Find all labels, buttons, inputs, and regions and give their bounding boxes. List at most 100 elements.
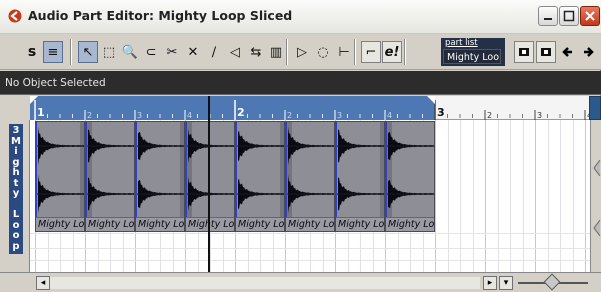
ruler-label: 2 [487,111,492,120]
loop-play-tool[interactable]: ◌ [313,41,333,63]
ruler[interactable]: 123422343234 [30,96,601,120]
slice-marker [336,122,337,219]
split-tool[interactable]: ✂ [162,41,182,63]
edit-in-place-button[interactable]: ⌐ [361,41,381,63]
edit-active-part-icon: e! [384,44,400,60]
slice-name: Mighty Lo [186,217,234,231]
slice-name: Mighty Lo [36,217,84,231]
zoom-presets-button[interactable]: ▾ [499,276,513,290]
grid-line [535,120,536,272]
title-bar[interactable]: Audio Part Editor: Mighty Loop Sliced [0,0,601,34]
mute-tool[interactable]: ◁ [225,41,245,63]
solo-icon: s [27,44,37,60]
audio-slice[interactable]: Mighty Loo [385,121,435,232]
waveform [136,122,184,219]
prev-icon [519,48,529,56]
draw-tool[interactable]: ∕ [204,41,224,63]
zoom-slider-thumb[interactable] [543,273,561,291]
autoscroll-button[interactable]: ≡ [43,41,63,63]
mute-icon: ◁ [230,44,240,60]
snap-button[interactable]: ⊢ [334,41,354,63]
glue-tool[interactable]: ⊂ [141,41,161,63]
close-icon [585,11,595,21]
scrub-tool[interactable]: ▥ [266,41,286,63]
grid-line [447,120,449,272]
arrow-left-button[interactable] [558,41,578,63]
play-tool[interactable]: ▷ [292,41,312,63]
grid-line [435,120,436,272]
window-title: Audio Part Editor: Mighty Loop Sliced [28,8,293,23]
slice-marker [86,122,87,219]
ruler-label: 2 [87,111,92,120]
next-event-button[interactable] [536,41,556,63]
audio-slice[interactable]: Mighty Lo [85,121,135,232]
edit-active-part-button[interactable]: e! [382,41,402,63]
track-name-letter: y [12,188,20,199]
waveform [186,122,234,219]
ruler-ticks: 123422343234 [30,96,598,120]
toolbar: s ≡ ↖ ⬚ 🔍 ⊂ ✂ ✕ ∕ ◁ ⇆ ▥ ▷ ◌ ⊢ ⌐ e! part list Mighty Loo … [0,34,601,70]
toolbar-separator [286,39,288,65]
draw-icon: ∕ [211,44,217,60]
slice-marker [36,122,37,219]
loop-marker[interactable] [30,96,38,104]
project-cursor[interactable] [208,96,210,272]
track-name-vertical: 3Mighty Loop [9,124,23,254]
part-list[interactable]: part list Mighty Loo ▾ [443,38,503,65]
slice-name: Mighty Lo [286,217,334,231]
grid-line [572,120,574,272]
ruler-label: 2 [287,111,292,120]
ruler-label: 2 [237,106,245,119]
split-icon: ✂ [166,44,178,60]
grid-line [547,120,549,272]
lane-divider [30,260,590,261]
bottom-bar: ◂ ▸ ▾ [0,272,601,292]
ruler-options-button[interactable] [589,96,601,120]
info-line: No Object Selected [0,71,601,95]
vertical-scrollbar[interactable] [590,120,601,272]
slice-name: Mighty Loo [386,217,434,231]
object-select-tool[interactable]: ↖ [78,41,98,63]
part-list-dropdown[interactable]: Mighty Loo ▾ [443,49,501,64]
event-display[interactable]: Mighty Lo Mighty Lo Mighty Lo Mighty Lo Migh… [30,120,590,272]
audio-slice[interactable]: Mighty Lo [235,121,285,232]
zoom-icon: 🔍 [121,44,139,60]
grid-line [472,120,474,272]
audio-slice[interactable]: Mighty Lo [335,121,385,232]
track-name-letter: 3 [12,125,20,136]
next-icon [541,48,551,56]
scroll-right-button[interactable]: ▸ [483,276,497,290]
slice-name: Mighty Lo [86,217,134,231]
zoom-tool[interactable]: 🔍 [120,41,140,63]
audio-slice[interactable]: Mighty Lo [135,121,185,232]
arrow-left-icon [562,47,572,57]
ruler-label: 3 [537,111,542,120]
slice-marker [236,122,237,219]
solo-button[interactable]: s [22,41,42,63]
erase-icon: ✕ [187,44,199,60]
audio-slice[interactable]: Mighty Lo [185,121,235,232]
grid-line [497,120,499,272]
autoscroll-icon: ≡ [47,44,59,60]
erase-tool[interactable]: ✕ [183,41,203,63]
range-tool[interactable]: ⬚ [99,41,119,63]
close-button[interactable] [580,6,600,26]
minimize-button[interactable] [538,6,558,26]
maximize-icon [563,10,575,22]
toolbar-separator [354,39,356,65]
slice-marker [136,122,137,219]
slice-name: Mighty Lo [336,217,384,231]
grid-line [460,120,461,272]
timewarp-tool[interactable]: ⇆ [246,41,266,63]
toolbar-separator [70,39,72,65]
horizontal-scrollbar[interactable] [50,277,480,289]
scroll-left-button[interactable]: ◂ [36,276,50,290]
loop-marker[interactable] [427,96,435,104]
arrow-right-button[interactable] [578,41,598,63]
ruler-label: 4 [387,111,392,120]
previous-event-button[interactable] [514,41,534,63]
grid-line [560,120,561,272]
audio-slice[interactable]: Mighty Lo [35,121,85,232]
audio-slice[interactable]: Mighty Lo [285,121,335,232]
maximize-button[interactable] [559,6,579,26]
